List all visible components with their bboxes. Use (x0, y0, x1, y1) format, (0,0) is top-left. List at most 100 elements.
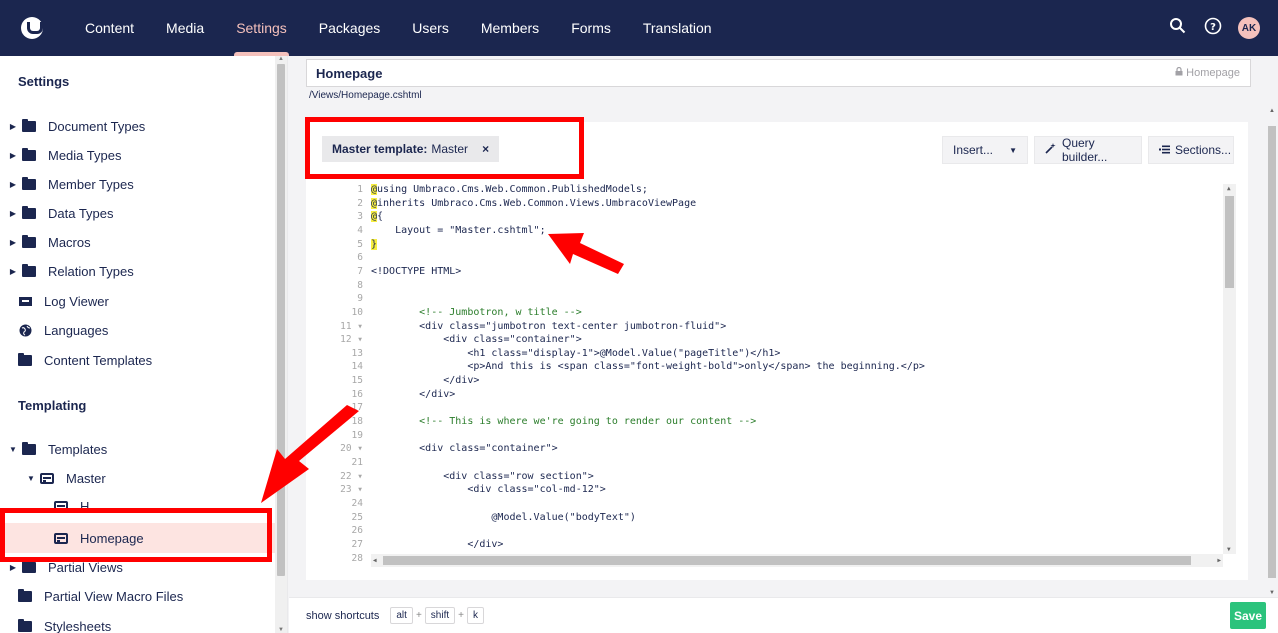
code-line[interactable]: } (371, 238, 378, 250)
nav-media[interactable]: Media (150, 0, 220, 56)
key-k: k (466, 607, 484, 624)
nav-translation[interactable]: Translation (627, 0, 728, 56)
scroll-left-icon[interactable]: ◀ (373, 557, 377, 564)
code-line[interactable]: <div class="container"> (371, 334, 581, 345)
code-line[interactable]: <div class="jumbotron text-center jumbot… (371, 321, 726, 332)
code-line[interactable]: Layout = "Master.cshtml"; (371, 225, 546, 236)
sidebar-item-content-templates[interactable]: Content Templates (0, 346, 276, 375)
code-line[interactable]: @{ (371, 211, 383, 223)
main-scroll-thumb[interactable] (1268, 126, 1276, 578)
sidebar-item-relation-types[interactable]: ▶ Relation Types (0, 257, 276, 286)
code-line[interactable]: <h1 class="display-1">@Model.Value("page… (371, 348, 780, 359)
code-editor[interactable]: 1 2 3 4 5 6 7 8 9 10 11 ▾ 12 ▾ 13 14 15 16… (331, 184, 1236, 568)
save-button[interactable]: Save (1230, 602, 1266, 629)
nav-packages[interactable]: Packages (303, 0, 396, 56)
expand-caret-icon[interactable]: ▶ (8, 180, 18, 189)
code-line[interactable]: @inherits Umbraco.Cms.Web.Common.Views.U… (371, 197, 696, 209)
collapse-caret-icon[interactable]: ▼ (26, 474, 36, 483)
sidebar-item-document-types[interactable]: ▶ Document Types (0, 112, 276, 141)
scroll-up-icon[interactable]: ▲ (1269, 108, 1275, 114)
nav-users[interactable]: Users (396, 0, 465, 56)
sidebar-item-languages[interactable]: Languages (0, 316, 276, 345)
scroll-up-icon[interactable]: ▲ (278, 56, 284, 62)
template-icon (54, 501, 68, 512)
code-line[interactable]: </div> (371, 389, 455, 400)
code-line[interactable]: <div class="col-md-12"> (371, 484, 605, 495)
code-line[interactable]: <p>And this is <span class="font-weight-… (371, 361, 925, 372)
nav-content[interactable]: Content (69, 0, 150, 56)
code-line[interactable]: <div class="container"> (371, 443, 557, 454)
sidebar-item-partial-view-macro-files[interactable]: Partial View Macro Files (0, 582, 276, 611)
scroll-up-icon[interactable]: ▲ (1227, 185, 1231, 192)
sidebar-item-media-types[interactable]: ▶ Media Types (0, 141, 276, 170)
line-number: 21 (351, 457, 363, 468)
code-line[interactable]: <!-- This is where we're going to render… (371, 416, 756, 427)
sidebar-scroll-thumb[interactable] (277, 64, 285, 576)
query-builder-button[interactable]: Query builder... (1034, 136, 1142, 164)
line-number: 17 (351, 402, 363, 414)
template-name-value: Homepage (316, 65, 383, 81)
sidebar-item-label: Media Types (48, 148, 122, 163)
code-line[interactable]: </div> (371, 539, 503, 550)
nav-members[interactable]: Members (465, 0, 555, 56)
expand-caret-icon[interactable]: ▶ (8, 238, 18, 247)
caret-down-icon: ▼ (1009, 145, 1017, 155)
sidebar-item-homepage[interactable]: Homepage (0, 523, 276, 553)
expand-caret-icon[interactable]: ▶ (8, 267, 18, 276)
sidebar-scrollbar[interactable]: ▲ ▼ (275, 56, 287, 633)
collapse-caret-icon[interactable]: ▼ (8, 445, 18, 454)
code-horizontal-scrollbar[interactable]: ◀ ▶ (371, 554, 1223, 567)
globe-icon (18, 324, 32, 338)
remove-master-icon[interactable]: × (482, 142, 489, 156)
plus-sign: + (458, 610, 464, 621)
code-line[interactable]: <!DOCTYPE HTML> (371, 266, 461, 277)
key-shift: shift (424, 607, 456, 624)
insert-button[interactable]: Insert... ▼ (942, 136, 1028, 164)
sidebar-item-stylesheets[interactable]: Stylesheets (0, 612, 276, 633)
master-template-chip[interactable]: Master template: Master × (322, 136, 500, 162)
template-name-input[interactable]: Homepage Homepage (306, 59, 1251, 87)
code-line[interactable]: </div> (371, 375, 479, 386)
scroll-right-icon[interactable]: ▶ (1217, 557, 1221, 564)
sidebar-item-partial-views[interactable]: ▶ Partial Views (0, 553, 276, 582)
code-line[interactable]: <div class="row section"> (371, 471, 594, 482)
code-line[interactable]: @Model.Value("bodyText") (371, 512, 636, 523)
expand-caret-icon[interactable]: ▶ (8, 209, 18, 218)
umbraco-logo-icon[interactable] (21, 17, 43, 39)
sidebar-item-h[interactable]: H (0, 492, 276, 521)
sidebar-item-log-viewer[interactable]: Log Viewer (0, 287, 276, 316)
scroll-down-icon[interactable]: ▼ (278, 627, 284, 633)
sections-button[interactable]: Sections... (1148, 136, 1234, 164)
user-avatar[interactable]: AK (1238, 17, 1260, 39)
top-right-tools: ? AK (1166, 0, 1260, 56)
nav-forms[interactable]: Forms (555, 0, 627, 56)
show-shortcuts-link[interactable]: show shortcuts (306, 610, 379, 622)
sidebar-item-templates[interactable]: ▼ Templates (0, 435, 276, 464)
code-vertical-thumb[interactable] (1225, 196, 1234, 288)
template-alias[interactable]: Homepage (1175, 66, 1240, 79)
line-number: 2 (357, 197, 363, 209)
sidebar-item-macros[interactable]: ▶ Macros (0, 228, 276, 257)
main-scrollbar[interactable]: ▲ ▼ (1266, 106, 1278, 596)
help-icon[interactable]: ? (1202, 17, 1224, 40)
query-builder-label: Query builder... (1062, 136, 1108, 164)
sidebar-item-label: Templates (48, 442, 108, 457)
sidebar-item-member-types[interactable]: ▶ Member Types (0, 170, 276, 199)
code-horizontal-thumb[interactable] (383, 556, 1191, 565)
scroll-down-icon[interactable]: ▼ (1269, 590, 1275, 596)
expand-caret-icon[interactable]: ▶ (8, 122, 18, 131)
code-line[interactable]: <!-- Jumbotron, w title --> (371, 307, 582, 318)
line-number: 27 (351, 538, 363, 550)
search-icon[interactable] (1166, 17, 1188, 39)
code-text-area[interactable]: @using Umbraco.Cms.Web.Common.PublishedM… (371, 184, 1221, 554)
code-line[interactable]: @using Umbraco.Cms.Web.Common.PublishedM… (371, 184, 648, 195)
nav-settings[interactable]: Settings (220, 0, 303, 56)
code-vertical-scrollbar[interactable]: ▲ ▼ (1223, 184, 1236, 554)
sidebar-item-data-types[interactable]: ▶ Data Types (0, 199, 276, 228)
expand-caret-icon[interactable]: ▶ (8, 151, 18, 160)
scroll-down-icon[interactable]: ▼ (1227, 546, 1231, 553)
expand-caret-icon[interactable]: ▶ (8, 563, 18, 572)
top-navigation: Content Media Settings Packages Users Me… (0, 0, 1278, 56)
line-number: 19 (351, 429, 363, 441)
sidebar-item-master[interactable]: ▼ Master (0, 464, 276, 493)
